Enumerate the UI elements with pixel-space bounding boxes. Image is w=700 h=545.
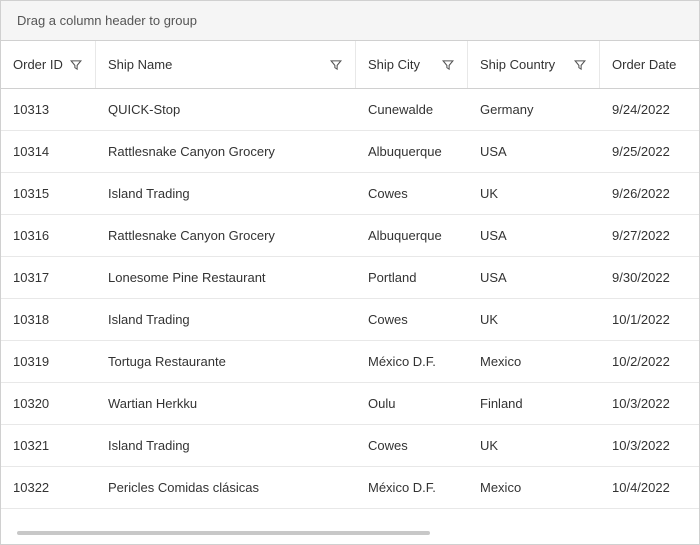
filter-icon[interactable]: [69, 58, 83, 72]
column-header-shipCountry[interactable]: Ship Country: [468, 41, 600, 88]
filter-icon[interactable]: [329, 58, 343, 72]
cell-shipCity: Cowes: [356, 299, 468, 340]
cell-orderDate: 10/1/2022: [600, 299, 695, 340]
cell-shipCity: Cowes: [356, 173, 468, 214]
cell-shipCity: México D.F.: [356, 467, 468, 508]
table-row[interactable]: 10315Island TradingCowesUK9/26/2022: [1, 173, 699, 215]
column-header-orderDate[interactable]: Order Date: [600, 41, 695, 88]
cell-shipCity: Cunewalde: [356, 89, 468, 130]
cell-orderId: 10321: [1, 425, 96, 466]
table-row[interactable]: 10316Rattlesnake Canyon GroceryAlbuquerq…: [1, 215, 699, 257]
horizontal-scrollbar-thumb[interactable]: [17, 531, 430, 535]
cell-shipCountry: USA: [468, 131, 600, 172]
table-row[interactable]: 10321Island TradingCowesUK10/3/2022: [1, 425, 699, 467]
table-row[interactable]: 10318Island TradingCowesUK10/1/2022: [1, 299, 699, 341]
cell-orderId: 10314: [1, 131, 96, 172]
group-panel[interactable]: Drag a column header to group: [1, 1, 699, 41]
cell-orderId: 10320: [1, 383, 96, 424]
group-panel-hint: Drag a column header to group: [17, 13, 197, 28]
cell-shipCity: Oulu: [356, 383, 468, 424]
column-header-label: Order Date: [612, 57, 676, 72]
cell-orderId: 10316: [1, 215, 96, 256]
cell-shipCountry: Finland: [468, 383, 600, 424]
column-header-row: Order ID Ship Name Ship City Ship Country Or…: [1, 41, 699, 89]
cell-shipName: Tortuga Restaurante: [96, 341, 356, 382]
column-header-label: Ship Name: [108, 57, 172, 72]
cell-shipCountry: UK: [468, 425, 600, 466]
cell-orderId: 10315: [1, 173, 96, 214]
cell-orderDate: 10/4/2022: [600, 467, 695, 508]
cell-orderDate: 10/3/2022: [600, 383, 695, 424]
cell-orderDate: 9/26/2022: [600, 173, 695, 214]
cell-shipCity: Albuquerque: [356, 131, 468, 172]
cell-shipCountry: Germany: [468, 89, 600, 130]
filter-icon[interactable]: [573, 58, 587, 72]
table-row[interactable]: 10317Lonesome Pine RestaurantPortlandUSA…: [1, 257, 699, 299]
cell-shipName: Pericles Comidas clásicas: [96, 467, 356, 508]
cell-shipName: Island Trading: [96, 299, 356, 340]
data-grid: Drag a column header to group Order ID Sh…: [0, 0, 700, 545]
cell-orderId: 10318: [1, 299, 96, 340]
cell-shipCountry: USA: [468, 215, 600, 256]
cell-orderId: 10322: [1, 467, 96, 508]
cell-shipName: Wartian Herkku: [96, 383, 356, 424]
cell-orderDate: 9/25/2022: [600, 131, 695, 172]
cell-shipCity: Cowes: [356, 425, 468, 466]
cell-orderDate: 9/30/2022: [600, 257, 695, 298]
cell-orderDate: 9/24/2022: [600, 89, 695, 130]
cell-orderId: 10313: [1, 89, 96, 130]
cell-orderId: 10319: [1, 341, 96, 382]
cell-shipCountry: USA: [468, 257, 600, 298]
table-row[interactable]: 10322Pericles Comidas clásicasMéxico D.F…: [1, 467, 699, 509]
grid-body: 10313QUICK-StopCunewaldeGermany9/24/2022…: [1, 89, 699, 526]
table-row[interactable]: 10320Wartian HerkkuOuluFinland10/3/2022: [1, 383, 699, 425]
cell-shipCountry: UK: [468, 299, 600, 340]
cell-shipCity: Portland: [356, 257, 468, 298]
column-header-label: Ship Country: [480, 57, 555, 72]
cell-orderDate: 9/27/2022: [600, 215, 695, 256]
cell-orderDate: 10/2/2022: [600, 341, 695, 382]
cell-shipCountry: Mexico: [468, 467, 600, 508]
column-header-label: Order ID: [13, 57, 63, 72]
column-header-shipName[interactable]: Ship Name: [96, 41, 356, 88]
table-row[interactable]: 10314Rattlesnake Canyon GroceryAlbuquerq…: [1, 131, 699, 173]
cell-orderId: 10317: [1, 257, 96, 298]
table-row[interactable]: 10313QUICK-StopCunewaldeGermany9/24/2022: [1, 89, 699, 131]
table-row[interactable]: 10319Tortuga RestauranteMéxico D.F.Mexic…: [1, 341, 699, 383]
cell-shipName: Rattlesnake Canyon Grocery: [96, 215, 356, 256]
column-header-label: Ship City: [368, 57, 420, 72]
cell-shipName: QUICK-Stop: [96, 89, 356, 130]
cell-shipCountry: Mexico: [468, 341, 600, 382]
cell-shipCountry: UK: [468, 173, 600, 214]
column-header-orderId[interactable]: Order ID: [1, 41, 96, 88]
cell-shipCity: México D.F.: [356, 341, 468, 382]
cell-shipCity: Albuquerque: [356, 215, 468, 256]
cell-shipName: Rattlesnake Canyon Grocery: [96, 131, 356, 172]
column-header-shipCity[interactable]: Ship City: [356, 41, 468, 88]
cell-orderDate: 10/3/2022: [600, 425, 695, 466]
cell-shipName: Lonesome Pine Restaurant: [96, 257, 356, 298]
horizontal-scrollbar[interactable]: [17, 528, 683, 538]
cell-shipName: Island Trading: [96, 425, 356, 466]
cell-shipName: Island Trading: [96, 173, 356, 214]
filter-icon[interactable]: [441, 58, 455, 72]
